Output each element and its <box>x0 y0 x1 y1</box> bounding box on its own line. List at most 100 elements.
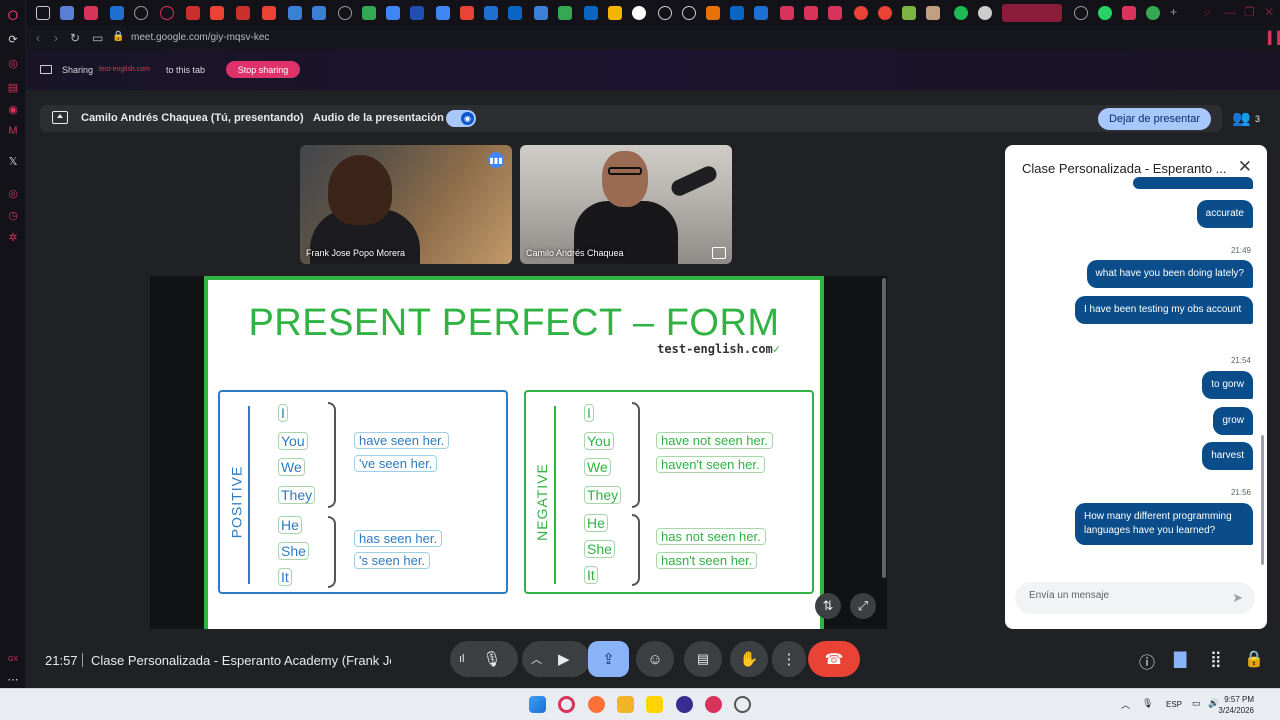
presentation-audio-toggle[interactable]: ◉ <box>446 110 476 127</box>
tab-favicon[interactable] <box>436 6 450 20</box>
tab-favicon[interactable] <box>978 6 992 20</box>
more-options-button[interactable]: ⋮ <box>772 641 806 677</box>
tab-favicon[interactable] <box>584 6 598 20</box>
tab-favicon[interactable] <box>84 6 98 20</box>
tab-favicon[interactable] <box>60 6 74 20</box>
tab-favicon[interactable] <box>1122 6 1136 20</box>
tab-favicon[interactable] <box>288 6 302 20</box>
tab-favicon[interactable] <box>210 6 224 20</box>
tab-favicon[interactable] <box>1146 6 1160 20</box>
lock-icon[interactable]: 🔒 <box>112 31 124 42</box>
tab-favicon[interactable] <box>658 6 672 20</box>
tab-favicon[interactable] <box>730 6 744 20</box>
tab-favicon[interactable] <box>312 6 326 20</box>
tab-favicon[interactable] <box>134 6 148 20</box>
forward-icon[interactable]: › <box>54 31 58 45</box>
x-twitter-icon[interactable]: 𝕏 <box>6 154 20 168</box>
tab-favicon[interactable] <box>632 6 646 20</box>
stop-presenting-button[interactable]: Dejar de presentar <box>1098 108 1211 130</box>
messenger-icon[interactable]: ◉ <box>6 102 20 116</box>
tab-favicon[interactable] <box>160 6 174 20</box>
microphone-tray-icon[interactable]: 🎙 <box>1142 698 1153 709</box>
activities-icon[interactable]: ⣿ <box>1210 649 1222 669</box>
tab-favicon[interactable] <box>706 6 720 20</box>
raise-hand-button[interactable]: ✋ <box>730 641 768 677</box>
tab-favicon[interactable] <box>902 6 916 20</box>
host-controls-icon[interactable]: 🔒 <box>1244 649 1264 669</box>
tab-favicon[interactable] <box>484 6 498 20</box>
close-icon[interactable]: ✕ <box>1238 157 1252 177</box>
obs-taskbar-icon[interactable] <box>676 696 693 713</box>
participant-tile[interactable]: ▮▮▮ Frank Jose Popo Morera <box>300 145 512 264</box>
tab-favicon[interactable] <box>608 6 622 20</box>
chevron-up-icon[interactable]: ︿ <box>1121 698 1130 711</box>
firefox-taskbar-icon[interactable] <box>588 696 605 713</box>
tab-favicon[interactable] <box>186 6 200 20</box>
close-window-icon[interactable]: ✕ <box>1264 5 1274 19</box>
tab-favicon[interactable] <box>854 6 868 20</box>
tab-favicon[interactable] <box>828 6 842 20</box>
input-language[interactable]: ESP <box>1166 700 1182 709</box>
send-icon[interactable]: ➤ <box>1232 590 1243 606</box>
pin-icon[interactable] <box>712 247 726 259</box>
tab-favicon[interactable] <box>878 6 892 20</box>
tab-favicon[interactable] <box>338 6 352 20</box>
gx-icon[interactable]: GX <box>6 652 20 666</box>
whatsapp-tab-icon[interactable] <box>1098 6 1112 20</box>
app-taskbar-icon[interactable] <box>734 696 751 713</box>
tab-favicon[interactable] <box>236 6 250 20</box>
tab-favicon[interactable] <box>926 6 940 20</box>
chat-scrollbar[interactable] <box>1261 435 1264 565</box>
reload-icon[interactable]: ↻ <box>70 31 80 45</box>
tab-favicon[interactable] <box>804 6 818 20</box>
sync-icon[interactable]: ⟳ <box>6 32 20 46</box>
tab-favicon[interactable] <box>754 6 768 20</box>
tab-favicon[interactable] <box>362 6 376 20</box>
taskbar-clock[interactable]: 9:57 PM 3/24/2026 <box>1218 694 1254 716</box>
new-tab-icon[interactable]: + <box>1170 5 1177 19</box>
tab-favicon[interactable] <box>534 6 548 20</box>
active-tab[interactable] <box>1002 4 1062 22</box>
settings-icon[interactable]: ✲ <box>6 230 20 244</box>
tab-favicon[interactable] <box>1074 6 1088 20</box>
back-icon[interactable]: ‹ <box>36 31 40 45</box>
tab-favicon[interactable] <box>780 6 794 20</box>
windows-start-icon[interactable] <box>529 696 546 713</box>
search-tabs-icon[interactable]: ⌕ <box>1204 5 1211 20</box>
microphone-icon[interactable]: 🎙 <box>483 650 502 668</box>
opera-taskbar-icon[interactable] <box>705 696 722 713</box>
fullscreen-icon[interactable]: ⤢ <box>850 593 876 619</box>
speed-dial-icon[interactable]: ▤ <box>6 80 20 94</box>
instagram-icon[interactable]: ◎ <box>6 186 20 200</box>
captions-button[interactable]: ▤ <box>684 641 722 677</box>
gmail-icon[interactable]: M <box>6 124 20 138</box>
tab-favicon[interactable] <box>682 6 696 20</box>
opera-gx-taskbar-icon[interactable] <box>558 696 575 713</box>
tab-favicon[interactable] <box>110 6 124 20</box>
stop-sharing-button[interactable]: Stop sharing <box>226 61 300 78</box>
more-icon[interactable]: ⋯ <box>6 672 20 686</box>
tab-favicon[interactable] <box>508 6 522 20</box>
sticky-notes-icon[interactable] <box>646 696 663 713</box>
reactions-button[interactable]: ☺ <box>636 641 674 677</box>
present-now-button[interactable]: ⇪ <box>588 641 629 677</box>
tab-favicon[interactable] <box>386 6 400 20</box>
video-camera-icon[interactable]: ▶ <box>558 650 570 668</box>
message-input[interactable] <box>1029 590 1219 601</box>
participants-button[interactable]: 👥 3 <box>1226 105 1266 132</box>
participant-tile[interactable]: Camilo Andrés Chaquea <box>520 145 732 264</box>
pop-out-icon[interactable]: ⇅ <box>815 593 841 619</box>
message-list[interactable]: accurate 21:49 what have you been doing … <box>1005 177 1267 565</box>
spotify-tab-icon[interactable] <box>954 6 968 20</box>
audio-levels-icon[interactable]: ıl <box>459 653 465 665</box>
chevron-up-icon[interactable]: ︿ <box>531 651 542 667</box>
file-explorer-icon[interactable] <box>617 696 634 713</box>
camera-icon[interactable]: ▭ <box>92 31 103 45</box>
tab-favicon[interactable] <box>460 6 474 20</box>
network-icon[interactable]: ▭ <box>1192 698 1201 709</box>
tab-favicon[interactable] <box>558 6 572 20</box>
aria-icon[interactable]: ◎ <box>6 56 20 70</box>
opera-logo-icon[interactable]: O <box>6 7 20 23</box>
leave-call-button[interactable]: ☎ <box>808 641 860 677</box>
tab-favicon[interactable] <box>410 6 424 20</box>
